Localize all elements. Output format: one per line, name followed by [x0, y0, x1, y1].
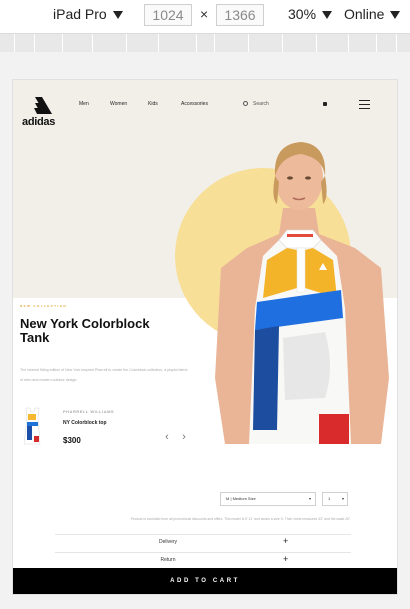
model-image	[215, 142, 389, 444]
accordion-return[interactable]: Return +	[55, 552, 351, 569]
quantity-select[interactable]: 1 ▾	[322, 492, 348, 506]
collection-label: NEW COLLECTION	[20, 304, 67, 308]
hamburger-menu-icon[interactable]	[359, 100, 370, 109]
accordion-return-label: Return	[160, 557, 176, 563]
size-select-value: M | Medium Size	[226, 496, 256, 501]
product-description: The relaxed fitting edition of New York …	[20, 368, 188, 382]
add-to-cart-button[interactable]: ADD TO CART	[13, 568, 397, 594]
device-label: iPad Pro	[53, 6, 107, 22]
chevron-left-icon[interactable]: ‹	[162, 432, 172, 443]
search-icon	[243, 101, 248, 107]
search-label: Search	[253, 101, 269, 107]
chevron-down-icon: ▾	[308, 496, 311, 501]
chevron-right-icon[interactable]: ›	[179, 432, 189, 443]
network-throttle-select[interactable]: Online	[344, 6, 401, 22]
shopping-bag-icon[interactable]	[323, 102, 327, 106]
zoom-label: 30%	[288, 6, 317, 22]
chevron-down-icon: ▾	[341, 496, 344, 501]
nav-accessories[interactable]: Accessories	[181, 101, 208, 107]
brand-wordmark[interactable]: adidas	[22, 116, 55, 128]
quantity-select-value: 1	[328, 496, 331, 501]
search-input[interactable]: Search	[243, 101, 269, 107]
zoom-select[interactable]: 30%	[288, 6, 333, 22]
chevron-down-icon	[322, 11, 333, 20]
product-name: NY Colorblock top	[63, 420, 107, 426]
throttle-label: Online	[344, 6, 385, 22]
media-query-ruler[interactable]	[0, 33, 410, 53]
times-separator: ×	[200, 6, 209, 22]
accordion-delivery-label: Delivery	[158, 539, 178, 545]
product-price: $300	[63, 436, 81, 445]
product-title: New York Colorblock Tank	[20, 316, 150, 345]
chevron-down-icon	[390, 11, 401, 20]
plus-icon[interactable]: +	[283, 554, 288, 564]
device-select[interactable]: iPad Pro	[53, 6, 123, 22]
chevron-down-icon	[112, 11, 123, 20]
fit-note: Product is excluded from all promotional…	[130, 517, 351, 521]
designer-name: PHARRELL WILLIAMS	[63, 409, 115, 414]
plus-icon[interactable]: +	[283, 536, 288, 546]
nav-men[interactable]: Men	[79, 101, 89, 107]
nav-kids[interactable]: Kids	[148, 101, 158, 107]
accordion-delivery[interactable]: Delivery +	[55, 534, 351, 551]
device-toolbar: iPad Pro 1024 × 1366 30% Online	[0, 0, 410, 32]
product-thumbnail[interactable]	[21, 406, 43, 446]
device-viewport: adidas Men Women Kids Accessories Search…	[13, 80, 397, 594]
nav-women[interactable]: Women	[110, 101, 127, 107]
size-select[interactable]: M | Medium Size ▾	[220, 492, 316, 506]
height-input[interactable]: 1366	[216, 4, 264, 26]
width-input[interactable]: 1024	[144, 4, 192, 26]
